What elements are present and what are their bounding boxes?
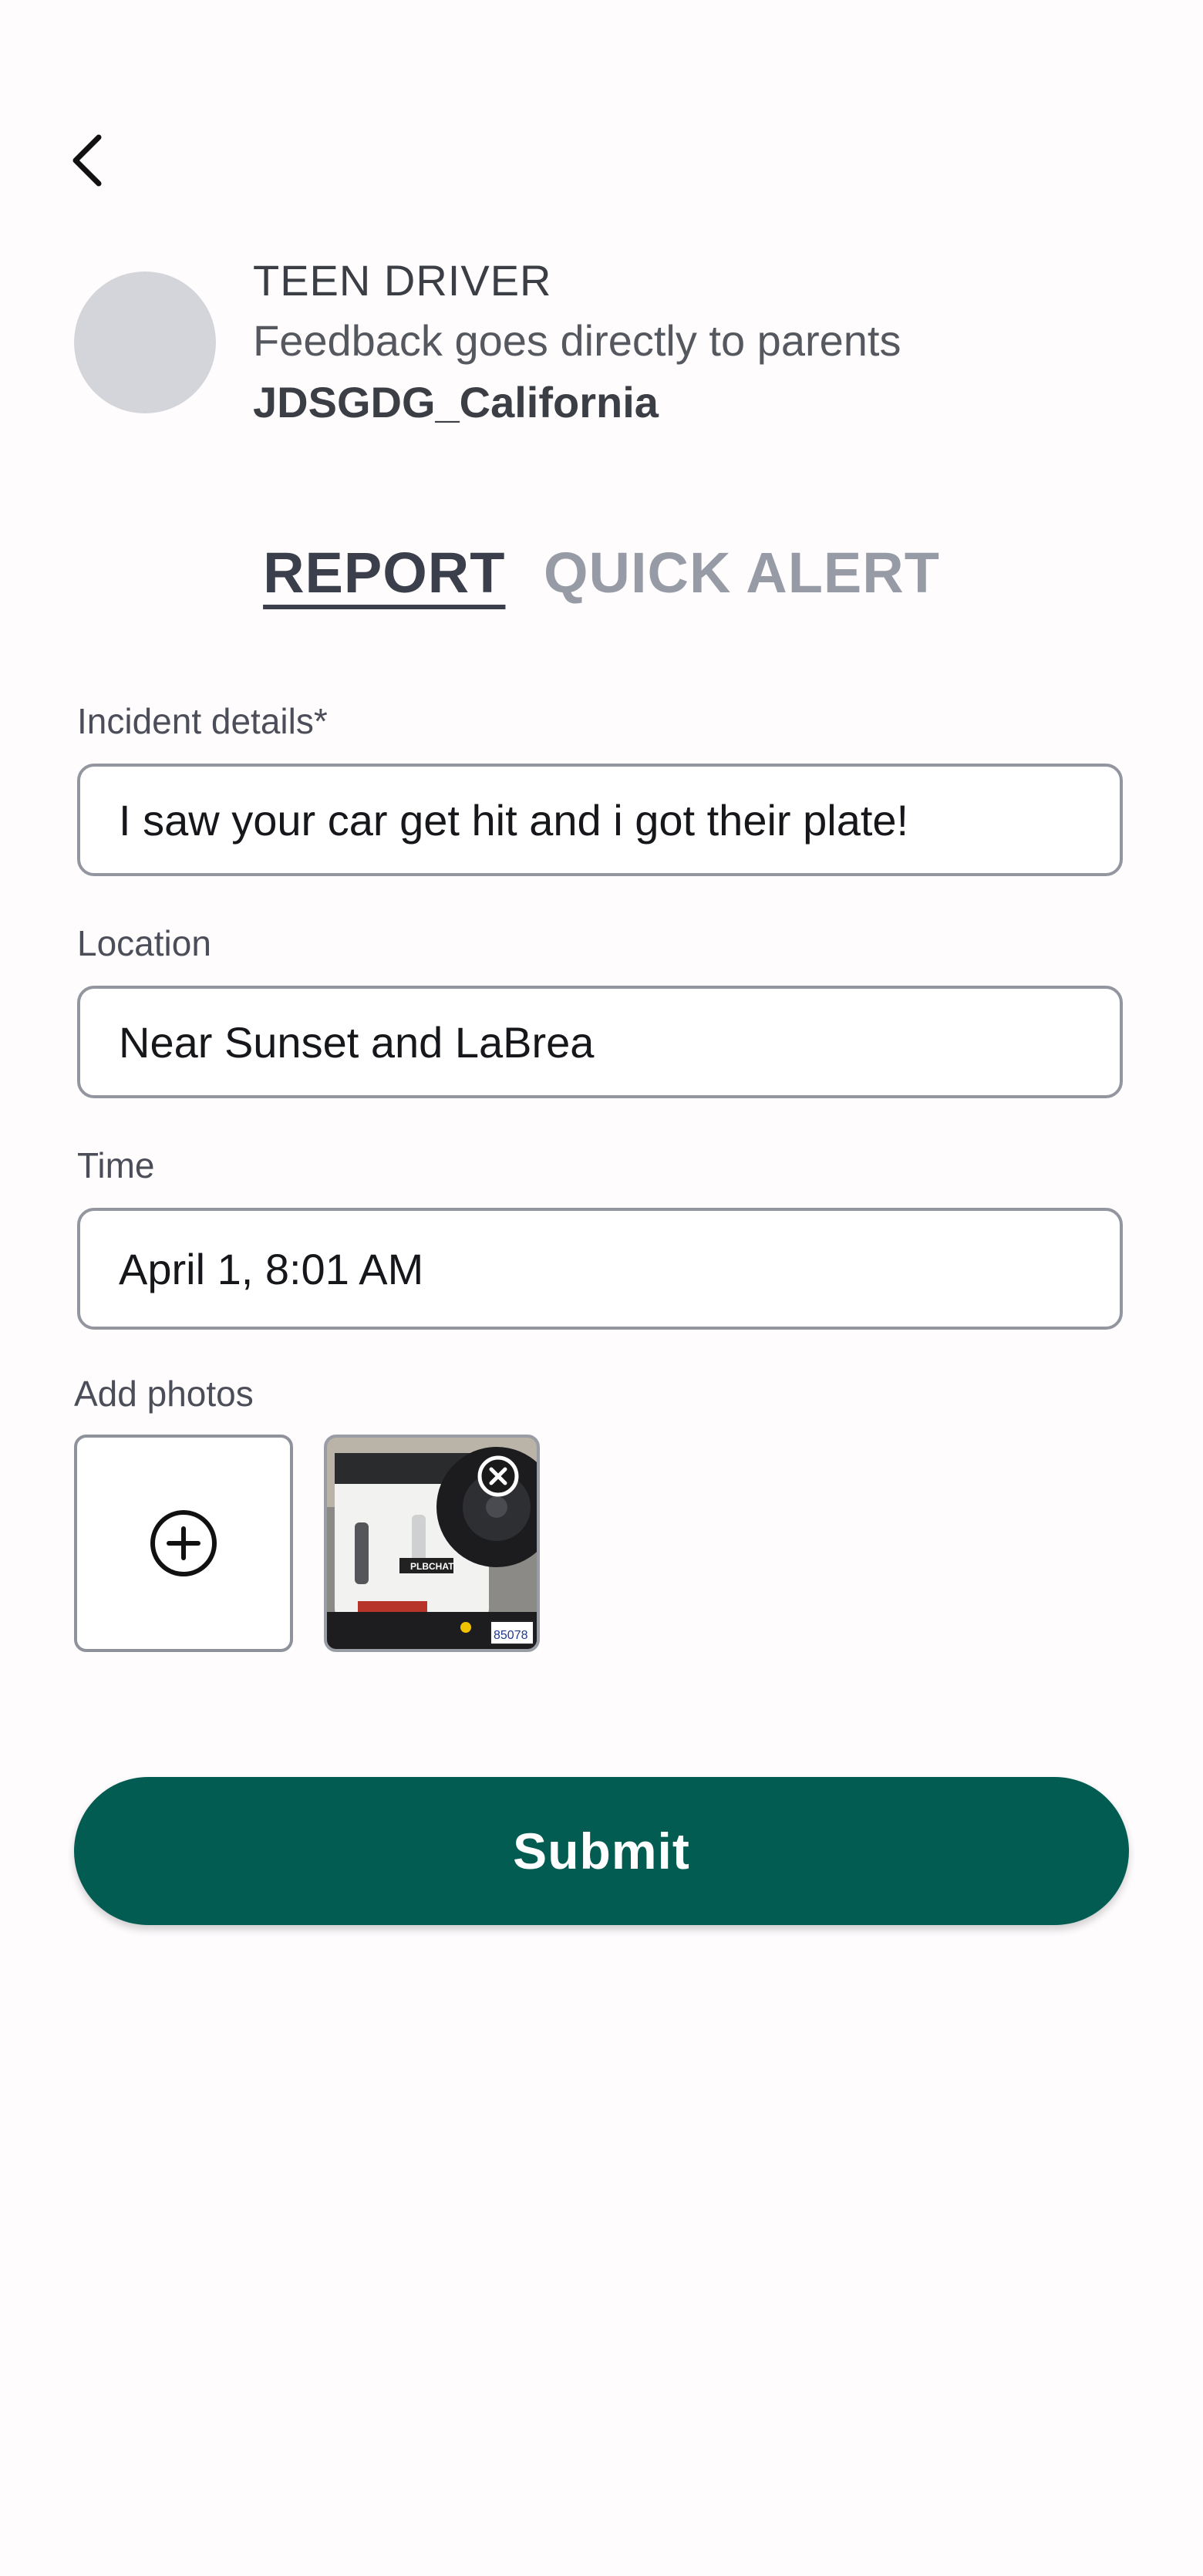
sticker-text: PLBCHAT <box>410 1561 454 1572</box>
photo-thumbnail[interactable]: PLBCHAT 85078 <box>324 1435 540 1652</box>
profile-role: TEEN DRIVER <box>253 256 552 305</box>
tab-bar: REPORT QUICK ALERT <box>0 540 1203 605</box>
chevron-left-icon <box>72 134 102 187</box>
back-button[interactable] <box>65 130 111 191</box>
time-value: April 1, 8:01 AM <box>119 1244 424 1293</box>
plate-text: 85078 <box>494 1629 528 1642</box>
profile-info: TEEN DRIVER Feedback goes directly to pa… <box>253 251 901 433</box>
incident-details-label: Incident details* <box>77 701 328 741</box>
time-label: Time <box>77 1145 155 1185</box>
plus-circle-icon <box>150 1510 217 1576</box>
profile-name: JDSGDG_California <box>253 378 659 427</box>
remove-photo-button[interactable] <box>477 1455 520 1498</box>
location-input[interactable] <box>77 986 1123 1098</box>
avatar <box>74 271 216 413</box>
time-field[interactable]: April 1, 8:01 AM <box>77 1208 1123 1330</box>
add-photos-label: Add photos <box>74 1374 254 1414</box>
incident-details-input[interactable] <box>77 764 1123 876</box>
tab-quick-alert[interactable]: QUICK ALERT <box>544 540 940 605</box>
add-photo-button[interactable] <box>74 1435 293 1652</box>
tab-report[interactable]: REPORT <box>263 540 505 605</box>
close-circle-icon <box>477 1455 519 1497</box>
submit-button[interactable]: Submit <box>74 1777 1129 1925</box>
location-label: Location <box>77 923 211 963</box>
profile-subtitle: Feedback goes directly to parents <box>253 316 901 365</box>
